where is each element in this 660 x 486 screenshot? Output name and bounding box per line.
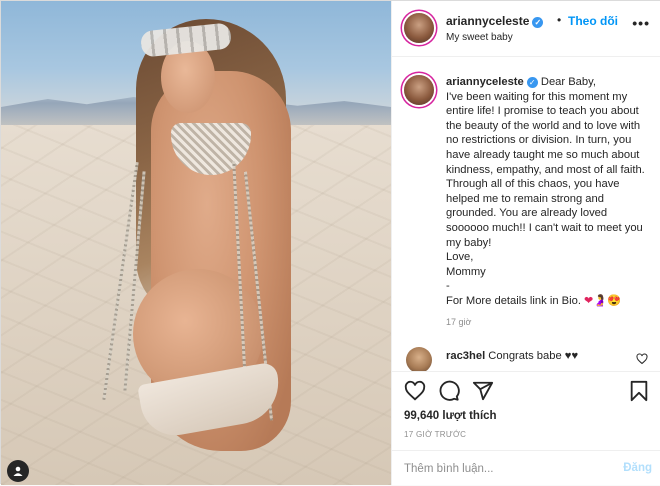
post-actions: 99,640 lượt thích 17 GIỜ TRƯỚC Đăng (392, 371, 660, 485)
header-subtitle[interactable]: My sweet baby (446, 32, 513, 43)
comments-section[interactable]: ariannyceleste ✓ Dear Baby, I've been wai… (392, 57, 660, 371)
comment-item: rac3hel Congrats babe ♥♥ (446, 350, 578, 362)
verified-icon: ✓ (526, 77, 538, 88)
caption: ariannyceleste ✓ Dear Baby, I've been wai… (446, 75, 652, 309)
caption-time[interactable]: 17 giờ (446, 317, 471, 327)
like-count[interactable]: 99,640 lượt thích (404, 410, 497, 422)
heart-icon[interactable] (404, 380, 426, 402)
post-side-panel: ariannyceleste ✓ • Theo dõi My sweet baby… (391, 1, 660, 485)
post-comment-button[interactable]: Đăng (623, 462, 652, 474)
comment-icon[interactable] (438, 380, 460, 402)
heart-icon[interactable] (636, 353, 648, 365)
comment-username[interactable]: rac3hel (446, 350, 485, 362)
avatar[interactable] (406, 347, 432, 371)
avatar[interactable] (404, 13, 434, 43)
caption-emoji: ❤🤰😍 (584, 294, 622, 307)
header-username-link[interactable]: ariannyceleste ✓ (446, 14, 544, 28)
bookmark-icon[interactable] (628, 380, 650, 402)
header-username[interactable]: ariannyceleste (446, 14, 529, 28)
share-icon[interactable] (472, 380, 494, 402)
instagram-post: ariannyceleste ✓ • Theo dõi My sweet baby… (0, 0, 660, 485)
post-photo[interactable] (1, 1, 391, 485)
header-separator: • (557, 13, 562, 27)
verified-icon: ✓ (532, 17, 544, 28)
post-time[interactable]: 17 GIỜ TRƯỚC (404, 430, 466, 439)
comment-text: Congrats babe ♥♥ (488, 350, 579, 362)
post-header: ariannyceleste ✓ • Theo dõi My sweet baby… (392, 1, 660, 57)
comment-input[interactable] (404, 459, 604, 479)
caption-text: Dear Baby, I've been waiting for this mo… (446, 76, 645, 307)
caption-username[interactable]: ariannyceleste (446, 76, 524, 88)
follow-button[interactable]: Theo dõi (568, 14, 618, 28)
user-tag-icon[interactable] (7, 460, 29, 482)
more-icon[interactable]: ••• (632, 15, 650, 31)
avatar[interactable] (404, 75, 434, 105)
add-comment-bar: Đăng (392, 450, 660, 486)
